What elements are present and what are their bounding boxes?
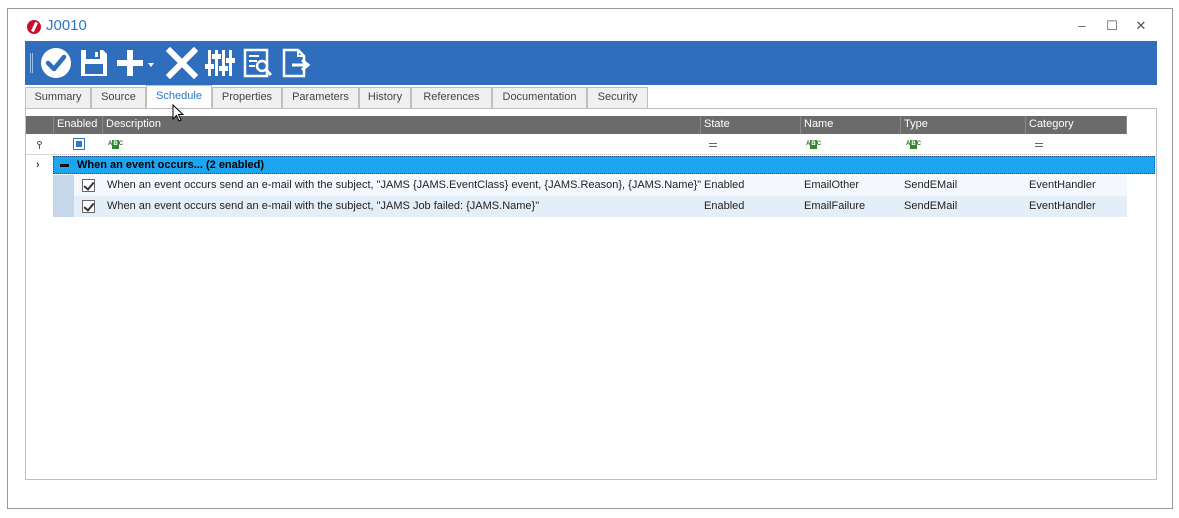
equals-filter-icon[interactable]	[1035, 143, 1043, 147]
chevron-right-icon[interactable]: ›	[36, 159, 40, 171]
close-button[interactable]: ✕	[1131, 18, 1151, 34]
state-cell: Enabled	[704, 179, 745, 191]
pin-icon	[37, 141, 42, 149]
export-button[interactable]	[279, 46, 313, 80]
delete-button[interactable]	[165, 46, 199, 80]
add-button[interactable]	[115, 46, 159, 80]
tab-parameters[interactable]: Parameters	[282, 87, 359, 109]
header-indicator	[26, 116, 54, 134]
tab-history[interactable]: History	[359, 87, 411, 109]
enabled-filter-checkbox[interactable]	[73, 138, 85, 150]
text-filter-icon[interactable]: ABC	[906, 140, 921, 149]
auto-filter-row: ABC ABC ABC	[26, 135, 1127, 155]
tab-references[interactable]: References	[411, 87, 492, 109]
job-window: J0010 ‒ ☐ ✕ Summary Source Schedule Prop…	[7, 8, 1173, 509]
delete-icon	[166, 47, 198, 79]
collapse-icon[interactable]	[60, 164, 69, 167]
state-cell: Enabled	[704, 200, 745, 212]
preview-button[interactable]	[241, 46, 275, 80]
header-enabled[interactable]: Enabled	[54, 116, 103, 134]
save-button[interactable]	[77, 46, 111, 80]
jams-logo-icon	[27, 20, 41, 34]
maximize-button[interactable]: ☐	[1102, 18, 1122, 34]
minimize-button[interactable]: ‒	[1072, 18, 1092, 34]
description-cell: When an event occurs send an e-mail with…	[107, 179, 702, 191]
toolbar-grip-icon[interactable]	[30, 53, 33, 73]
grid-header: Enabled Description State Name Type Cate…	[26, 116, 1127, 134]
category-cell: EventHandler	[1029, 200, 1096, 212]
tab-documentation[interactable]: Documentation	[492, 87, 587, 109]
equals-filter-icon[interactable]	[709, 143, 717, 147]
text-filter-icon[interactable]: ABC	[806, 140, 821, 149]
settings-button[interactable]	[203, 46, 237, 80]
group-band[interactable]: When an event occurs... (2 enabled)	[53, 156, 1155, 174]
tab-security[interactable]: Security	[587, 87, 648, 109]
export-icon	[282, 48, 311, 78]
preview-icon	[243, 48, 273, 78]
category-cell: EventHandler	[1029, 179, 1096, 191]
header-description[interactable]: Description	[103, 116, 701, 134]
save-icon	[81, 50, 107, 76]
group-label: When an event occurs... (2 enabled)	[77, 159, 265, 171]
table-row[interactable]: When an event occurs send an e-mail with…	[53, 196, 1127, 217]
tab-source[interactable]: Source	[91, 87, 146, 109]
tab-properties[interactable]: Properties	[212, 87, 282, 109]
settings-sliders-icon	[205, 50, 235, 76]
window-title: J0010	[46, 17, 87, 34]
name-cell: EmailFailure	[804, 200, 866, 212]
row-indent	[53, 196, 74, 217]
name-cell: EmailOther	[804, 179, 860, 191]
ok-button[interactable]	[39, 46, 73, 80]
add-icon	[117, 50, 154, 76]
toolbar	[25, 41, 1157, 85]
description-cell: When an event occurs send an e-mail with…	[107, 200, 540, 212]
type-cell: SendEMail	[904, 179, 958, 191]
text-filter-icon[interactable]: ABC	[108, 140, 123, 149]
header-category[interactable]: Category	[1026, 116, 1127, 134]
header-state[interactable]: State	[701, 116, 801, 134]
row-indent	[53, 175, 74, 196]
title-bar: J0010 ‒ ☐ ✕	[8, 9, 1172, 41]
schedule-panel: Enabled Description State Name Type Cate…	[25, 108, 1157, 480]
tab-summary[interactable]: Summary	[25, 87, 91, 109]
header-type[interactable]: Type	[901, 116, 1026, 134]
enabled-checkbox[interactable]	[82, 179, 95, 192]
header-name[interactable]: Name	[801, 116, 901, 134]
table-row[interactable]: When an event occurs send an e-mail with…	[53, 175, 1127, 196]
enabled-checkbox[interactable]	[82, 200, 95, 213]
type-cell: SendEMail	[904, 200, 958, 212]
mouse-cursor-icon	[172, 104, 185, 122]
ok-check-icon	[41, 48, 71, 78]
group-row[interactable]: › When an event occurs... (2 enabled)	[26, 156, 1156, 174]
